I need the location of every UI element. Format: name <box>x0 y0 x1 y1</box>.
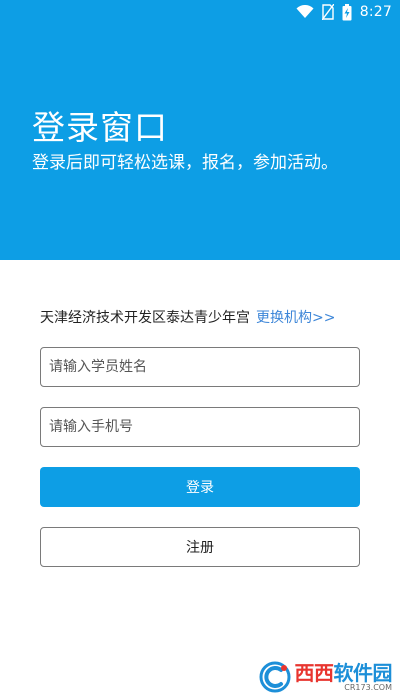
watermark-sub: CR173.COM <box>344 682 392 692</box>
page-title: 登录窗口 <box>32 108 168 147</box>
login-button[interactable]: 登录 <box>40 467 360 507</box>
watermark-main: 西西软件园 <box>295 663 393 683</box>
wifi-icon <box>296 5 314 19</box>
register-button-label: 注册 <box>186 540 214 556</box>
organization-name: 天津经济技术开发区泰达青少年宫 <box>40 310 250 326</box>
no-sim-icon <box>321 4 334 20</box>
watermark-text: 西西软件园 CR173.COM <box>295 663 393 692</box>
organization-row: 天津经济技术开发区泰达青少年宫 更换机构>> <box>40 308 335 328</box>
register-button[interactable]: 注册 <box>40 527 360 567</box>
watermark-main-part2: 软件园 <box>333 660 393 685</box>
header-banner: 8:27 登录窗口 登录后即可轻松选课，报名，参加活动。 <box>0 0 400 260</box>
status-time: 8:27 <box>359 4 392 20</box>
page-subtitle: 登录后即可轻松选课，报名，参加活动。 <box>32 153 338 173</box>
phone-number-input[interactable] <box>40 407 360 447</box>
login-button-label: 登录 <box>186 480 214 496</box>
watermark-logo: 西西软件园 CR173.COM <box>259 660 393 694</box>
status-icons: 8:27 <box>296 3 392 21</box>
change-organization-link[interactable]: 更换机构>> <box>256 310 335 326</box>
watermark-main-part1: 西西 <box>294 660 335 685</box>
cr173-logo-icon <box>259 661 291 693</box>
status-bar: 8:27 <box>0 0 400 24</box>
student-name-input[interactable] <box>40 347 360 387</box>
battery-charging-icon <box>342 3 352 21</box>
